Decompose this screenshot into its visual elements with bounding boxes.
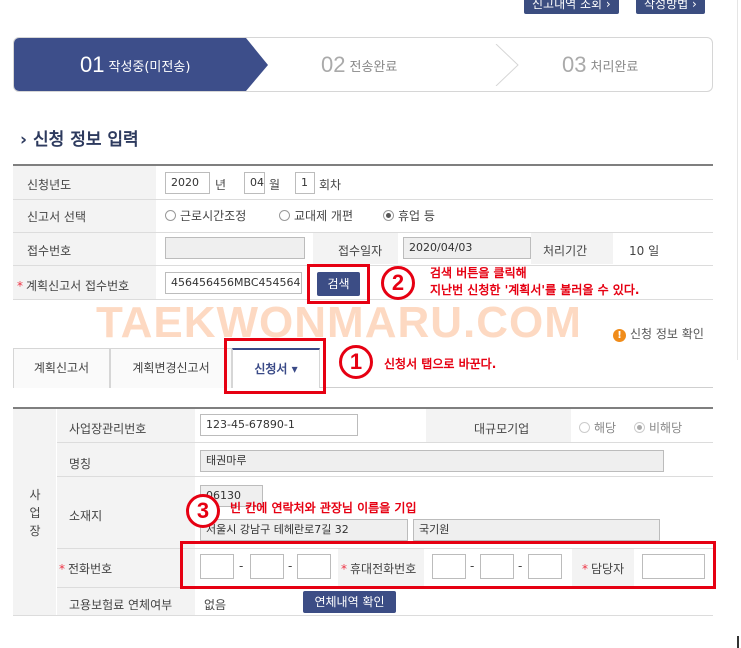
type-option-2[interactable]: 교대제 개편	[279, 207, 353, 224]
annotation-note-2a: 검색 버튼을 클릭해	[430, 266, 527, 280]
side-label: 사 업 장	[28, 486, 42, 540]
alert-icon: !	[613, 329, 626, 342]
large-option-no[interactable]: 비해당	[634, 419, 682, 436]
year-input[interactable]: 2020	[165, 172, 210, 194]
step-2-label: 전송완료	[349, 59, 398, 75]
receipt-date-input[interactable]: 2020/04/03	[403, 237, 531, 259]
radio-checked-icon[interactable]	[634, 422, 645, 433]
chevron-right-icon	[495, 44, 519, 86]
radio-icon[interactable]	[579, 422, 590, 433]
row-divider	[13, 232, 713, 233]
large-option-yes[interactable]: 해당	[579, 419, 616, 436]
side-label-char: 장	[29, 524, 41, 538]
tab-plan[interactable]: 계획신고서	[13, 348, 110, 388]
tab-plan-change[interactable]: 계획변경신고서	[110, 348, 232, 388]
confirm-info-label: 신청 정보 확인	[630, 327, 704, 341]
step-3-label: 처리완료	[590, 59, 639, 75]
step-1: 01 작성중(미전송)	[14, 38, 246, 91]
step-1-arrow	[246, 38, 268, 91]
watermark: TAEKWONMARU.COM	[96, 298, 582, 347]
radio-icon[interactable]	[279, 210, 290, 221]
annotation-circle-2: 2	[381, 266, 415, 300]
annotation-circle-3: 3	[186, 494, 220, 528]
annotation-circle-1: 1	[339, 345, 373, 379]
chevron-right-icon: ›	[20, 130, 28, 150]
required-icon: *	[17, 279, 23, 293]
scroll-edge	[737, 0, 738, 360]
side-label-char: 사	[29, 488, 41, 502]
step-3: 03 처리완료	[562, 52, 638, 78]
row-divider	[57, 476, 713, 477]
round-input[interactable]: 1	[295, 172, 315, 194]
type-option-3-label: 휴업 등	[398, 209, 435, 223]
step-2: 02 전송완료	[321, 52, 397, 78]
step-3-number: 03	[562, 52, 587, 77]
year-label: 신청년도	[27, 178, 72, 192]
name-label: 명칭	[69, 457, 92, 471]
confirm-info[interactable]: ! 신청 정보 확인	[613, 325, 704, 342]
type-option-1[interactable]: 근로시간조정	[165, 207, 246, 224]
required-icon: *	[59, 562, 65, 576]
receipt-no-label: 접수번호	[27, 244, 72, 258]
scrollbar-thumb[interactable]	[737, 636, 739, 648]
section-title: › 신청 정보 입력	[20, 125, 139, 150]
phone-label: * 전화번호	[59, 560, 112, 577]
receipt-date-label: 접수일자	[338, 244, 383, 258]
large-option-yes-label: 해당	[594, 421, 617, 435]
biz-no-input[interactable]: 123-45-67890-1	[200, 414, 358, 436]
period-value: 10 일	[629, 244, 660, 258]
radio-checked-icon[interactable]	[383, 210, 394, 221]
type-option-1-label: 근로시간조정	[180, 209, 247, 223]
receipt-no-input[interactable]	[165, 237, 305, 259]
annotation-note-3: 빈 칸에 연락처와 관장님 이름을 기입	[230, 501, 417, 515]
address-input[interactable]: 서울시 강남구 테헤란로7길 32	[200, 519, 408, 541]
name-input[interactable]: 태권마루	[200, 450, 664, 472]
plan-no-label-text: 계획신고서 접수번호	[26, 279, 130, 293]
section-title-text: 신청 정보 입력	[33, 130, 139, 150]
highlight-box-contact	[180, 541, 716, 589]
large-company-label: 대규모기업	[474, 422, 530, 436]
annotation-note-1: 신청서 탭으로 바꾼다.	[384, 357, 497, 371]
address-detail-input[interactable]: 국기원	[413, 519, 660, 541]
guide-button[interactable]: 작성방법 ›	[636, 0, 705, 14]
type-option-3[interactable]: 휴업 등	[383, 207, 435, 224]
annotation-note-2b: 지난번 신청한 '계획서'를 불러올 수 있다.	[430, 283, 640, 297]
overdue-check-button[interactable]: 연체내역 확인	[303, 591, 396, 613]
row-divider	[57, 442, 713, 443]
step-2-number: 02	[321, 52, 346, 77]
highlight-box-tab	[224, 338, 326, 394]
step-1-label: 작성중(미전송)	[108, 59, 191, 75]
table-bottom-border	[13, 615, 713, 616]
insurance-value: 없음	[204, 598, 227, 612]
month-unit: 월	[269, 178, 281, 192]
insurance-label: 고용보험료 연체여부	[69, 598, 173, 612]
period-label: 처리기간	[543, 244, 588, 258]
year-unit: 년	[215, 178, 227, 192]
type-label: 신고서 선택	[27, 210, 87, 224]
biz-no-label: 사업장관리번호	[69, 422, 147, 436]
phone-label-text: 전화번호	[68, 562, 113, 576]
round-unit: 회차	[319, 178, 342, 192]
address-label: 소재지	[69, 509, 103, 523]
plan-no-label: * 계획신고서 접수번호	[17, 277, 129, 294]
side-label-char: 업	[29, 506, 41, 520]
radio-icon[interactable]	[165, 210, 176, 221]
history-button[interactable]: 신고내역 조회 ›	[524, 0, 619, 14]
month-input[interactable]: 04	[244, 172, 265, 194]
large-option-no-label: 비해당	[649, 421, 683, 435]
row-divider	[13, 199, 713, 200]
type-option-2-label: 교대제 개편	[294, 209, 354, 223]
progress-steps: 01 작성중(미전송) 02 전송완료 03 처리완료	[13, 37, 713, 92]
step-1-number: 01	[80, 52, 105, 77]
plan-no-input[interactable]: 456456456MBC45456464	[165, 272, 302, 294]
